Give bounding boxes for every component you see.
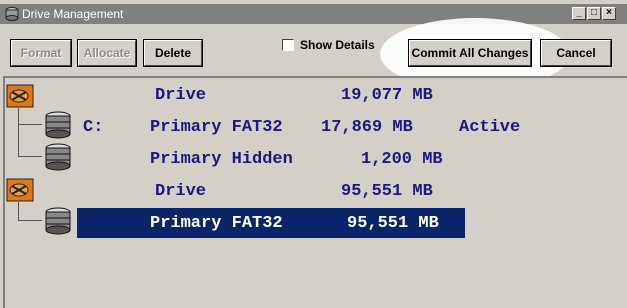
tree-row-drive-1[interactable]: Drive 19,077 MB <box>75 80 475 110</box>
partition-type: Drive <box>155 86 207 105</box>
delete-button[interactable]: Delete <box>143 39 203 67</box>
drive-letter: C: <box>83 118 104 137</box>
tree-connector <box>18 124 42 125</box>
hard-drive-icon[interactable] <box>6 178 34 202</box>
partition-size: 17,869 MB <box>321 118 413 137</box>
partition-icon[interactable] <box>43 142 73 172</box>
partition-size: 95,551 MB <box>341 182 433 201</box>
tree-row-partition-c[interactable]: C: Primary FAT32 17,869 MB Active <box>75 112 535 142</box>
hard-drive-icon[interactable] <box>6 84 34 108</box>
partition-icon[interactable] <box>43 110 73 140</box>
tree-connector <box>18 220 42 221</box>
tree-row-partition-fat32-selected[interactable]: Primary FAT32 95,551 MB <box>77 208 465 238</box>
cancel-button[interactable]: Cancel <box>540 39 612 67</box>
partition-status: Active <box>459 118 521 137</box>
tree-row-drive-2[interactable]: Drive 95,551 MB <box>75 176 475 206</box>
partition-type: Primary Hidden <box>150 150 293 169</box>
minimize-button[interactable]: _ <box>572 7 586 20</box>
close-button[interactable]: × <box>602 7 616 20</box>
show-details-label: Show Details <box>300 38 375 52</box>
tree-connector <box>18 108 19 156</box>
partition-type: Primary FAT32 <box>150 214 283 233</box>
commit-all-changes-button[interactable]: Commit All Changes <box>408 39 532 67</box>
tree-row-partition-hidden[interactable]: Primary Hidden 1,200 MB <box>75 144 475 174</box>
partition-type: Primary FAT32 <box>150 118 283 137</box>
partition-size: 95,551 MB <box>347 214 439 233</box>
window-title: Drive Management <box>22 7 124 21</box>
drive-management-window: Drive Management _ □ × Format Allocate D… <box>0 0 627 308</box>
tree-connector <box>18 156 42 157</box>
show-details-checkbox[interactable] <box>282 39 294 51</box>
partition-icon[interactable] <box>43 206 73 236</box>
format-button[interactable]: Format <box>10 39 72 67</box>
disk-icon <box>5 7 19 21</box>
title-bar: Drive Management _ □ × <box>0 4 627 24</box>
maximize-button[interactable]: □ <box>587 7 601 20</box>
partition-type: Drive <box>155 182 207 201</box>
allocate-button[interactable]: Allocate <box>77 39 137 67</box>
partition-tree: Drive 19,077 MB C: Primary FAT32 17,869 … <box>3 76 627 308</box>
partition-size: 19,077 MB <box>341 86 433 105</box>
partition-size: 1,200 MB <box>361 150 443 169</box>
tree-connector <box>18 202 19 220</box>
